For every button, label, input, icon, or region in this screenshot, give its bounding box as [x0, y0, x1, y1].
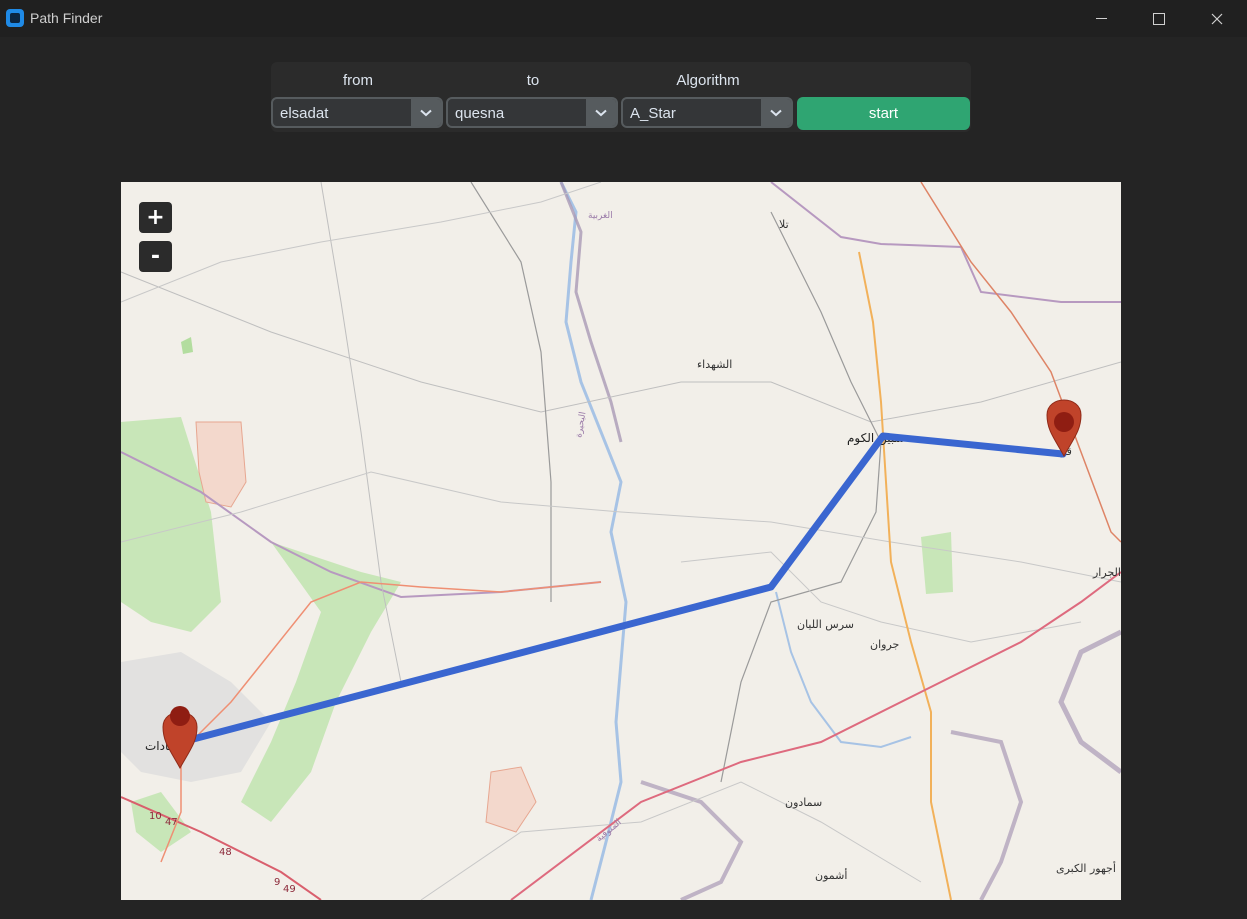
map-tiles: 10 47 48 9 49 تلا الشهداء شبين الكوم سرس… [121, 182, 1121, 900]
chevron-down-icon[interactable] [411, 99, 441, 126]
control-panel: from to Algorithm elsadat quesna A_Star … [271, 62, 971, 132]
zoom-in-button[interactable]: + [139, 202, 172, 233]
railway [920, 182, 1121, 543]
restricted-area [485, 766, 537, 833]
road-ref-label: 49 [283, 884, 296, 895]
road-ref-label: 10 [149, 811, 162, 822]
to-label: to [526, 72, 540, 89]
title-bar: Path Finder [0, 0, 1247, 37]
maximize-icon[interactable] [1130, 0, 1188, 37]
road [470, 182, 552, 602]
road-ref-label: 9 [274, 877, 280, 888]
algorithm-combobox[interactable]: A_Star [621, 97, 793, 128]
region-label: الغربية [588, 211, 613, 221]
road [720, 211, 882, 783]
green-area [921, 532, 953, 594]
algorithm-label: Algorithm [676, 72, 740, 89]
map-view[interactable]: 10 47 48 9 49 تلا الشهداء شبين الكوم سرس… [121, 182, 1121, 900]
nile-branch [950, 730, 1024, 900]
road [121, 182, 602, 303]
place-label: تلا [779, 218, 789, 231]
place-label: جروان [870, 638, 899, 651]
road-ref-label: 47 [165, 817, 178, 828]
zoom-out-button[interactable]: - [139, 241, 172, 272]
algorithm-value: A_Star [630, 105, 676, 122]
nile-branch [1058, 629, 1121, 774]
canal [775, 591, 912, 749]
boundary-line [770, 182, 1121, 303]
place-label: الشهداء [697, 358, 732, 371]
from-value: elsadat [280, 105, 329, 122]
green-area [181, 337, 193, 354]
chevron-down-icon[interactable] [761, 99, 791, 126]
minimize-icon[interactable] [1072, 0, 1130, 37]
from-label: from [343, 72, 373, 89]
road-ref-label: 48 [219, 847, 232, 858]
nile-branch [640, 780, 744, 900]
window-title: Path Finder [30, 10, 103, 26]
road [121, 271, 1121, 423]
end-marker-icon[interactable] [1046, 399, 1082, 458]
chevron-down-icon[interactable] [586, 99, 616, 126]
to-combobox[interactable]: quesna [446, 97, 618, 128]
place-label: سمادون [785, 796, 822, 809]
region-label: البحيرة [574, 411, 588, 439]
region-label: المنوفية [595, 818, 624, 845]
place-label: الجرار [1092, 566, 1121, 579]
river [559, 182, 628, 900]
start-button[interactable]: start [797, 97, 970, 130]
place-label: أجهور الكبرى [1056, 861, 1116, 875]
green-area [131, 792, 191, 852]
place-label: سرس الليان [797, 618, 854, 631]
from-combobox[interactable]: elsadat [271, 97, 443, 128]
to-value: quesna [455, 105, 505, 122]
urban-area [121, 652, 271, 782]
app-icon [6, 9, 24, 27]
close-icon[interactable] [1188, 0, 1246, 37]
place-label: أشمون [815, 868, 847, 882]
